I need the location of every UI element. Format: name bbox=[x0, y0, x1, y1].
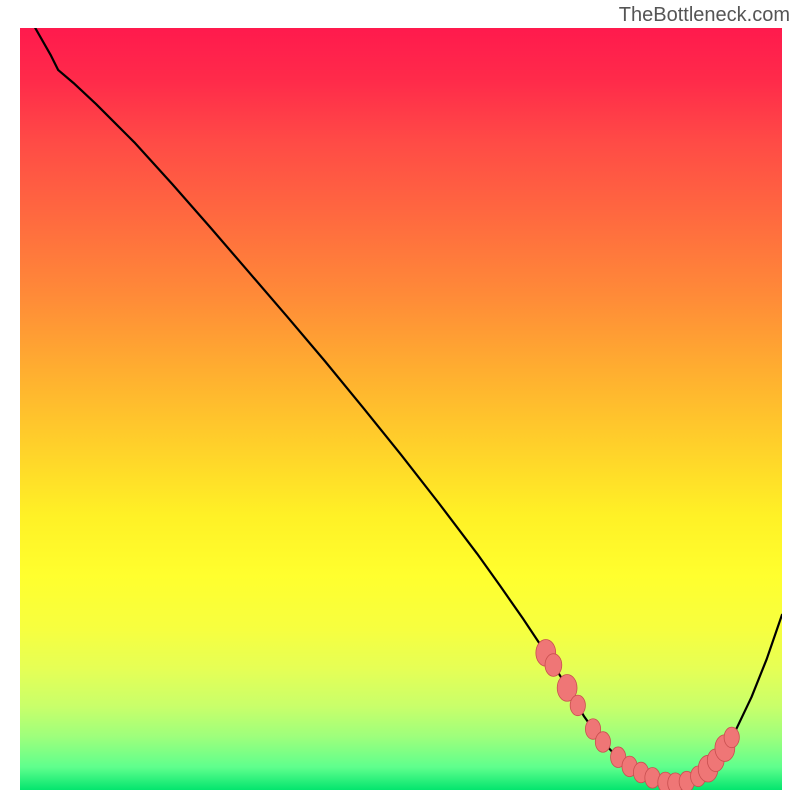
curve-marker bbox=[545, 654, 562, 677]
chart-overlay bbox=[20, 28, 782, 790]
attribution-text: TheBottleneck.com bbox=[619, 4, 790, 27]
curve-marker bbox=[724, 727, 739, 748]
bottleneck-curve bbox=[35, 28, 782, 783]
curve-marker bbox=[570, 695, 585, 716]
chart-plot-area bbox=[20, 28, 782, 790]
curve-marker bbox=[595, 732, 610, 753]
curve-markers bbox=[536, 639, 739, 790]
